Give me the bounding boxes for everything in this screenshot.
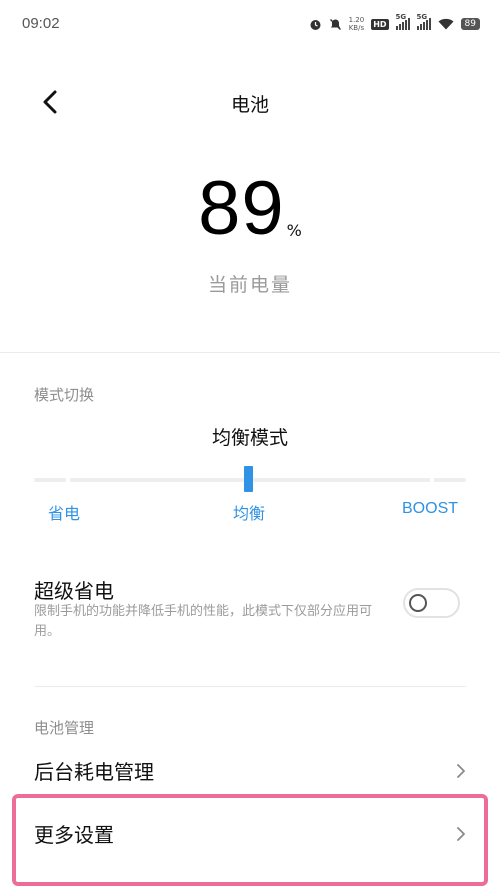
sim1-label: 5G xyxy=(395,13,407,21)
alarm-icon xyxy=(310,19,321,30)
status-bar: 09:02 1.20 KB/s HD 5G 5G 89 xyxy=(0,0,500,50)
mode-slider-thumb[interactable] xyxy=(244,466,253,492)
battery-percent: 89% xyxy=(0,165,500,252)
current-charge-label: 当前电量 xyxy=(207,274,292,296)
signal-icon: 5G xyxy=(416,13,431,30)
mode-option-balanced[interactable]: 均衡 xyxy=(233,500,265,524)
list-item-label: 后台耗电管理 xyxy=(34,760,154,784)
mode-option-boost[interactable]: BOOST xyxy=(402,500,458,518)
net-speed: 1.20 KB/s xyxy=(349,16,365,32)
sim2-label: 5G xyxy=(416,13,428,21)
net-speed-unit: KB/s xyxy=(348,24,365,32)
slider-tick xyxy=(430,478,434,482)
hd-icon: HD xyxy=(371,18,389,30)
wifi-icon xyxy=(438,18,454,30)
management-section-label: 电池管理 xyxy=(34,719,95,737)
mute-icon xyxy=(329,18,341,30)
mode-option-saver[interactable]: 省电 xyxy=(48,500,80,524)
header: 电池 xyxy=(0,80,500,124)
battery-percent-value: 89 xyxy=(198,166,285,251)
super-saver-toggle[interactable] xyxy=(403,588,460,618)
chevron-right-icon xyxy=(457,764,465,778)
battery-percent-unit: % xyxy=(286,221,302,240)
super-saver-title: 超级省电 xyxy=(34,579,114,603)
divider xyxy=(0,352,500,353)
net-speed-value: 1.20 xyxy=(348,16,365,24)
mode-section-label: 模式切换 xyxy=(34,386,95,404)
status-time: 09:02 xyxy=(22,15,60,32)
highlight-box xyxy=(12,794,488,886)
signal-icon: 5G xyxy=(395,13,410,30)
divider xyxy=(34,686,466,687)
slider-tick xyxy=(66,478,70,482)
current-mode-name: 均衡模式 xyxy=(211,427,288,449)
toggle-knob xyxy=(409,594,427,612)
battery-icon: 89 xyxy=(460,18,480,30)
background-power-management-row[interactable]: 后台耗电管理 xyxy=(0,750,500,792)
page-title: 电池 xyxy=(230,94,269,116)
super-saver-description: 限制手机的功能并降低手机的性能，此模式下仅部分应用可用。 xyxy=(34,604,373,639)
status-icons: 1.20 KB/s HD 5G 5G 89 xyxy=(309,13,480,32)
